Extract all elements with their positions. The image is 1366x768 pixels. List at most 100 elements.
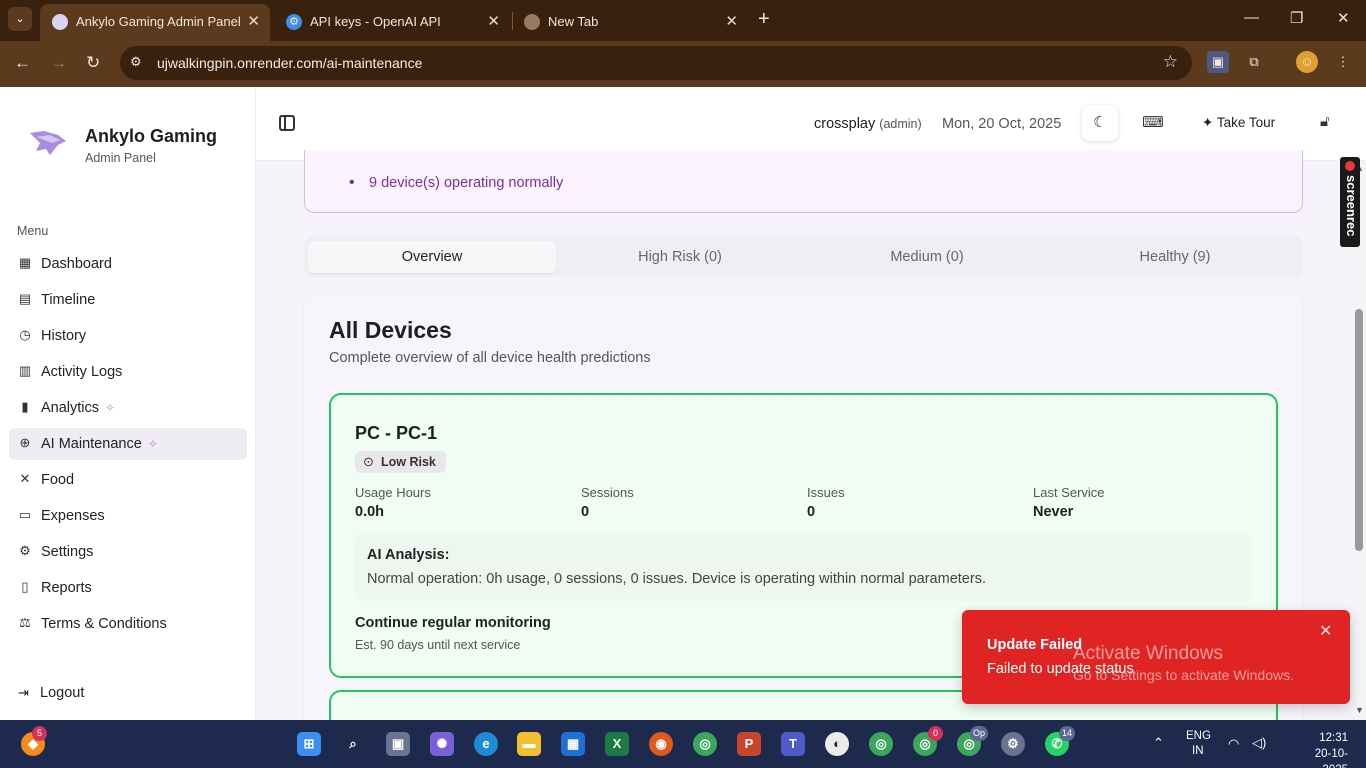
bar-chart-icon: ▮ — [21, 399, 29, 414]
ai-alert-summary: 9 device(s) operating normally — [304, 150, 1303, 213]
chrome-icon[interactable]: ◎ — [693, 732, 717, 756]
puzzle-icon[interactable]: ⧉ — [1243, 51, 1265, 73]
sidebar-item-reports[interactable]: ▯ Reports — [9, 572, 247, 604]
sidebar-item-history[interactable]: ◷ History — [9, 320, 247, 352]
reload-icon[interactable]: ↻ — [86, 53, 100, 73]
close-icon[interactable]: ✕ — [247, 12, 260, 30]
sidebar-item-label-wrap: Analytics ✧ — [41, 400, 115, 416]
wifi-icon[interactable]: ◠ — [1228, 736, 1239, 752]
stat-label: Usage Hours — [355, 485, 431, 500]
recommendation: Continue regular monitoring — [355, 615, 551, 631]
screenrec-widget[interactable]: screenrec — [1340, 157, 1360, 247]
sidebar-item-label: Food — [41, 472, 75, 488]
profile-avatar[interactable]: ☺ — [1296, 51, 1318, 73]
lock-button[interactable]: 🔓︎ — [1320, 113, 1330, 130]
take-tour-button[interactable]: ✦ Take Tour — [1202, 115, 1275, 131]
new-tab-plus-icon[interactable]: + — [758, 8, 770, 31]
url-text[interactable]: ujwalkingpin.onrender.com/ai-maintenance — [157, 55, 422, 71]
sidebar-item-expenses[interactable]: ▭ Expenses — [9, 500, 247, 532]
store-icon[interactable]: ▦ — [561, 732, 585, 756]
receipt-icon: ▥ — [18, 363, 32, 378]
sidebar-toggle-icon[interactable] — [279, 115, 295, 131]
language-indicator[interactable]: ENG — [1186, 730, 1211, 742]
tab-title: Ankylo Gaming Admin Panel — [76, 14, 241, 29]
risk-badge: ⊙ Low Risk — [355, 451, 446, 473]
browser-tab-new[interactable]: New Tab ✕ — [512, 4, 748, 41]
search-icon[interactable]: ⌕ — [341, 732, 365, 756]
sidebar-item-dashboard[interactable]: ▦ Dashboard — [9, 248, 247, 280]
sidebar-item-label: Expenses — [41, 508, 105, 524]
tab-medium[interactable]: Medium (0) — [803, 241, 1051, 273]
chevron-up-icon[interactable]: ⌃ — [1153, 735, 1164, 751]
copilot-icon[interactable]: ✺ — [430, 732, 454, 756]
windows-start-icon[interactable]: ⊞ — [297, 732, 321, 756]
dark-mode-toggle[interactable]: ☾ — [1082, 105, 1118, 141]
sidebar-item-label: History — [41, 328, 87, 344]
close-icon[interactable]: ✕ — [487, 12, 500, 30]
chrome-profile-icon[interactable]: ◎ — [869, 732, 893, 756]
bookmark-star-icon[interactable]: ☆ — [1163, 52, 1178, 72]
ai-analysis-box: AI Analysis: Normal operation: 0h usage,… — [355, 533, 1252, 601]
site-favicon-icon — [52, 14, 68, 30]
sidebar-item-ai-maintenance[interactable]: ⊕ AI Maintenance ✧ — [9, 428, 247, 460]
record-dot-icon — [1345, 161, 1355, 171]
kebab-menu-icon[interactable]: ⋮ — [1332, 51, 1354, 73]
notification-badge: 0 — [928, 726, 943, 741]
site-info-icon[interactable]: ⚙ — [130, 54, 142, 70]
close-icon[interactable]: ✕ — [725, 12, 738, 30]
activate-windows-watermark: Activate Windows Go to Settings to activ… — [1073, 643, 1294, 683]
sidebar-item-food[interactable]: ✕ Food — [9, 464, 247, 496]
sparkle-icon: ✧ — [147, 437, 158, 451]
settings-gear-icon[interactable]: ⚙ — [1001, 732, 1025, 756]
logout-button[interactable]: ⇥ Logout — [18, 685, 84, 701]
watermark-title: Activate Windows — [1073, 643, 1223, 664]
close-icon[interactable]: ✕ — [1319, 621, 1332, 641]
ankylo-logo-icon — [30, 131, 66, 155]
sidebar-item-terms[interactable]: ⚖ Terms & Conditions — [9, 608, 247, 640]
check-circle-icon: ⊙ — [363, 454, 374, 469]
browser-tab-admin[interactable]: Ankylo Gaming Admin Panel ✕ — [40, 4, 270, 41]
browser-tab-bar: ⌄ Ankylo Gaming Admin Panel ✕ ⚙ API keys… — [0, 0, 1366, 41]
firefox-icon[interactable]: ◉ — [649, 732, 673, 756]
panel-subtitle: Complete overview of all device health p… — [329, 350, 651, 366]
scroll-down-arrow-icon[interactable]: ▼ — [1355, 705, 1364, 715]
ai-analysis-title: AI Analysis: — [367, 547, 450, 563]
task-view-icon[interactable]: ▣ — [386, 732, 410, 756]
keyboard-shortcuts-button[interactable]: ⌨ — [1142, 113, 1164, 133]
sidebar-item-settings[interactable]: ⚙ Settings — [9, 536, 247, 568]
stat-value: Never — [1033, 504, 1074, 520]
teams-icon[interactable]: T — [781, 732, 805, 756]
tab-healthy[interactable]: Healthy (9) — [1051, 241, 1299, 273]
sidebar-item-timeline[interactable]: ▤ Timeline — [9, 284, 247, 316]
scale-icon: ⚖ — [19, 615, 31, 630]
excel-icon[interactable]: X — [605, 732, 629, 756]
edge-icon[interactable]: e — [474, 732, 498, 756]
scroll-thumb[interactable] — [1355, 309, 1363, 551]
calendar-icon: ▤ — [18, 291, 32, 306]
speaker-icon[interactable]: ◁) — [1252, 735, 1266, 751]
back-arrow-icon[interactable]: ← — [14, 53, 31, 73]
forward-arrow-icon[interactable]: → — [50, 53, 67, 73]
extension-icon[interactable]: ▣ — [1207, 51, 1229, 73]
wfm-app-icon[interactable]: ◐ — [825, 732, 849, 756]
url-omnibox[interactable]: ⚙ ujwalkingpin.onrender.com/ai-maintenan… — [120, 46, 1192, 80]
tab-high-risk[interactable]: High Risk (0) — [556, 241, 804, 273]
lock-icon: 🔓︎ — [1320, 113, 1330, 130]
chrome-favicon-icon — [524, 14, 540, 30]
sidebar-item-analytics[interactable]: ▮ Analytics ✧ — [9, 392, 247, 424]
keyboard-icon: ⌨ — [1142, 114, 1164, 131]
ai-analysis-text: Normal operation: 0h usage, 0 sessions, … — [367, 571, 986, 587]
sidebar-item-activity-logs[interactable]: ▥ Activity Logs — [9, 356, 247, 388]
utensils-icon: ✕ — [19, 471, 31, 486]
tab-search-button[interactable]: ⌄ — [8, 7, 32, 31]
powerpoint-icon[interactable]: P — [737, 732, 761, 756]
restore-icon[interactable]: ❐ — [1290, 9, 1303, 27]
watermark-subtitle: Go to Settings to activate Windows. — [1073, 667, 1294, 683]
taskbar-clock[interactable]: 12:31 20-10-2025 — [1296, 730, 1348, 768]
region-indicator[interactable]: IN — [1192, 745, 1204, 757]
window-close-icon[interactable]: ✕ — [1337, 9, 1350, 27]
minimize-icon[interactable]: — — [1244, 9, 1259, 26]
tab-overview[interactable]: Overview — [308, 241, 556, 273]
browser-tab-openai[interactable]: ⚙ API keys - OpenAI API ✕ — [274, 4, 510, 41]
file-explorer-icon[interactable]: ▬ — [517, 732, 541, 756]
